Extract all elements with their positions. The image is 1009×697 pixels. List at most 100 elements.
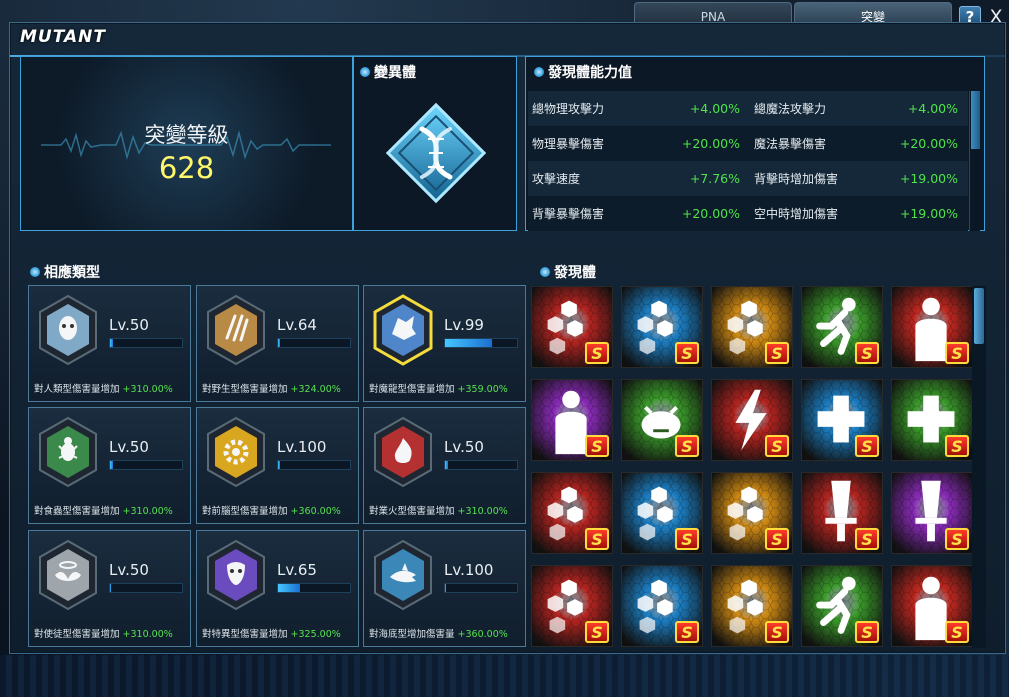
affinity-bonus-label: 對業火型傷害量增加 <box>369 506 458 517</box>
rank-badge: S <box>945 342 969 364</box>
affinity-progress-bar <box>444 338 518 348</box>
rank-badge: S <box>765 528 789 550</box>
rank-badge: S <box>675 528 699 550</box>
discovered-slot[interactable]: S <box>531 565 613 647</box>
affinity-progress-fill <box>278 339 281 347</box>
beast-claw-icon <box>205 294 267 366</box>
shark-icon <box>372 539 434 611</box>
affinity-level: Lv.50 <box>109 561 149 579</box>
discovered-slot[interactable]: S <box>801 565 883 647</box>
affinity-bonus-text: 對野生型傷害量增加 +324.00% <box>202 381 341 395</box>
mutation-level-label: 突變等級 <box>144 123 229 147</box>
footer-decoration <box>0 655 1009 697</box>
stats-header-label: 發現體能力值 <box>548 65 632 81</box>
affinity-card[interactable]: Lv.50 對使徒型傷害量增加 +310.00% <box>28 530 191 647</box>
mutant-panel: 變異體 <box>353 56 517 231</box>
discovered-slot[interactable]: S <box>801 379 883 461</box>
theater-mask-icon <box>205 539 267 611</box>
discovered-slot[interactable]: S <box>621 565 703 647</box>
discovered-slot[interactable]: S <box>621 472 703 554</box>
stat-value: +7.76% <box>689 171 740 186</box>
stat-name: 背擊暴擊傷害 <box>532 207 605 221</box>
discovered-slot[interactable]: S <box>891 286 973 368</box>
stat-value: +20.00% <box>681 136 740 151</box>
mutant-header-label: 變異體 <box>374 65 416 81</box>
rank-badge: S <box>585 621 609 643</box>
discovered-slot[interactable]: S <box>711 286 793 368</box>
stat-row: 總物理攻擊力 +4.00% 總魔法攻擊力 +4.00% <box>528 91 968 126</box>
stats-scrollbar[interactable] <box>969 91 980 231</box>
stat-name: 總魔法攻擊力 <box>754 102 827 116</box>
discovered-slot[interactable]: S <box>711 565 793 647</box>
discovered-slot[interactable]: S <box>891 379 973 461</box>
discovered-scrollbar[interactable] <box>972 286 986 648</box>
affinity-progress-fill <box>445 461 448 469</box>
affinity-bonus-text: 對海底型增加傷害量 +360.00% <box>369 626 508 640</box>
affinity-level: Lv.50 <box>109 438 149 456</box>
affinity-card[interactable]: Lv.99 對魔龍型傷害量增加 +359.00% <box>363 285 526 402</box>
affinity-card[interactable]: Lv.50 對人類型傷害量增加 +310.00% <box>28 285 191 402</box>
discovered-slot[interactable]: S <box>711 379 793 461</box>
discovered-stats-panel: 發現體能力值 總物理攻擊力 +4.00% 總魔法攻擊力 +4.00% 物理暴擊傷害 +20… <box>525 56 985 231</box>
rank-badge: S <box>855 621 879 643</box>
stats-table: 總物理攻擊力 +4.00% 總魔法攻擊力 +4.00% 物理暴擊傷害 +20.00% 魔法暴… <box>528 91 968 231</box>
discovered-slot[interactable]: S <box>801 472 883 554</box>
affinity-bonus-text: 對人類型傷害量增加 +310.00% <box>34 381 173 395</box>
discovered-scroll-thumb[interactable] <box>974 288 984 344</box>
affinity-bonus-label: 對人類型傷害量增加 <box>34 384 123 395</box>
affinity-bonus-label: 對使徒型傷害量增加 <box>34 629 123 640</box>
affinity-bonus-value: +310.00% <box>457 506 508 517</box>
discovered-header-label: 發現體 <box>554 265 596 281</box>
affinity-progress-bar <box>277 460 351 470</box>
affinity-progress-fill <box>445 339 492 347</box>
affinity-level: Lv.64 <box>277 316 317 334</box>
stat-name: 總物理攻擊力 <box>532 102 605 116</box>
affinity-card[interactable]: Lv.100 對海底型增加傷害量 +360.00% <box>363 530 526 647</box>
mutation-level-panel: 突變等級 628 <box>20 56 353 231</box>
stat-name: 背擊時增加傷害 <box>754 172 839 186</box>
affinity-bonus-text: 對使徒型傷害量增加 +310.00% <box>34 626 173 640</box>
stats-scroll-thumb[interactable] <box>971 91 980 149</box>
stat-value: +4.00% <box>689 101 740 116</box>
rank-badge: S <box>855 435 879 457</box>
discovered-slot[interactable]: S <box>801 286 883 368</box>
fire-icon <box>372 416 434 488</box>
affinity-bonus-text: 對食蟲型傷害量增加 +310.00% <box>34 503 173 517</box>
discovered-slot[interactable]: S <box>891 472 973 554</box>
stat-name: 空中時增加傷害 <box>754 207 839 221</box>
rank-badge: S <box>765 621 789 643</box>
bullet-icon <box>30 267 40 277</box>
discovered-slot[interactable]: S <box>531 472 613 554</box>
discovered-slot[interactable]: S <box>621 379 703 461</box>
affinity-progress-fill <box>110 461 113 469</box>
discovered-slot[interactable]: S <box>711 472 793 554</box>
affinity-bonus-value: +360.00% <box>457 629 508 640</box>
bullet-icon <box>534 67 544 77</box>
affinity-bonus-label: 對前腦型傷害量增加 <box>202 506 291 517</box>
discovered-slot[interactable]: S <box>531 379 613 461</box>
affinity-card[interactable]: Lv.50 對食蟲型傷害量增加 +310.00% <box>28 407 191 524</box>
affinity-progress-fill <box>278 584 300 592</box>
affinity-card[interactable]: Lv.64 對野生型傷害量增加 +324.00% <box>196 285 359 402</box>
dna-icon[interactable] <box>382 99 490 207</box>
affinity-card[interactable]: Lv.100 對前腦型傷害量增加 +360.00% <box>196 407 359 524</box>
discovered-slot[interactable]: S <box>621 286 703 368</box>
stat-name: 物理暴擊傷害 <box>532 137 605 151</box>
rank-badge: S <box>855 342 879 364</box>
rank-badge: S <box>675 342 699 364</box>
affinity-card[interactable]: Lv.65 對特異型傷害量增加 +325.00% <box>196 530 359 647</box>
insect-icon <box>37 416 99 488</box>
gear-icon <box>205 416 267 488</box>
affinity-card[interactable]: Lv.50 對業火型傷害量增加 +310.00% <box>363 407 526 524</box>
rank-badge: S <box>945 621 969 643</box>
halo-wings-icon <box>37 539 99 611</box>
discovered-slot[interactable]: S <box>531 286 613 368</box>
discovered-slot[interactable]: S <box>891 565 973 647</box>
affinity-bonus-text: 對業火型傷害量增加 +310.00% <box>369 503 508 517</box>
mutation-level-value: 628 <box>158 151 215 185</box>
affinity-level: Lv.100 <box>444 561 494 579</box>
affinity-progress-bar <box>109 338 183 348</box>
rank-badge: S <box>945 435 969 457</box>
rank-badge: S <box>585 528 609 550</box>
affinity-progress-bar <box>109 583 183 593</box>
